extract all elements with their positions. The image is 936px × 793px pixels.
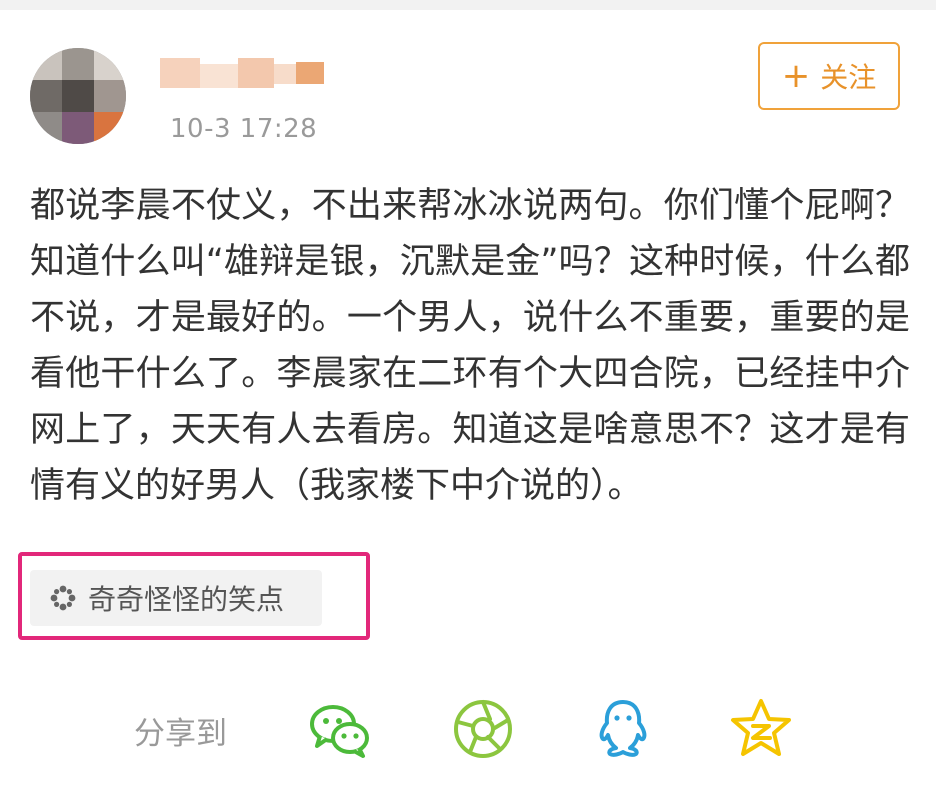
username-blurred[interactable]	[160, 54, 330, 94]
topic-flower-icon	[50, 585, 76, 611]
qzone-icon[interactable]	[728, 696, 794, 762]
share-label: 分享到	[134, 716, 227, 752]
qq-icon[interactable]	[590, 696, 656, 762]
topic-tag[interactable]: 奇奇怪怪的笑点	[30, 570, 322, 626]
wechat-icon[interactable]	[306, 696, 372, 762]
top-divider	[0, 0, 936, 10]
moments-icon[interactable]	[450, 696, 516, 762]
plus-icon: +	[781, 56, 811, 96]
topic-tag-label: 奇奇怪怪的笑点	[88, 583, 285, 616]
post-text: 都说李晨不仗义，不出来帮冰冰说两句。你们懂个屁啊？知道什么叫“雄辩是银，沉默是金…	[30, 186, 910, 506]
post-timestamp: 10-3 17:28	[170, 114, 318, 144]
follow-button[interactable]: + 关注	[758, 42, 900, 110]
avatar[interactable]	[30, 48, 126, 144]
follow-label: 关注	[820, 61, 877, 94]
